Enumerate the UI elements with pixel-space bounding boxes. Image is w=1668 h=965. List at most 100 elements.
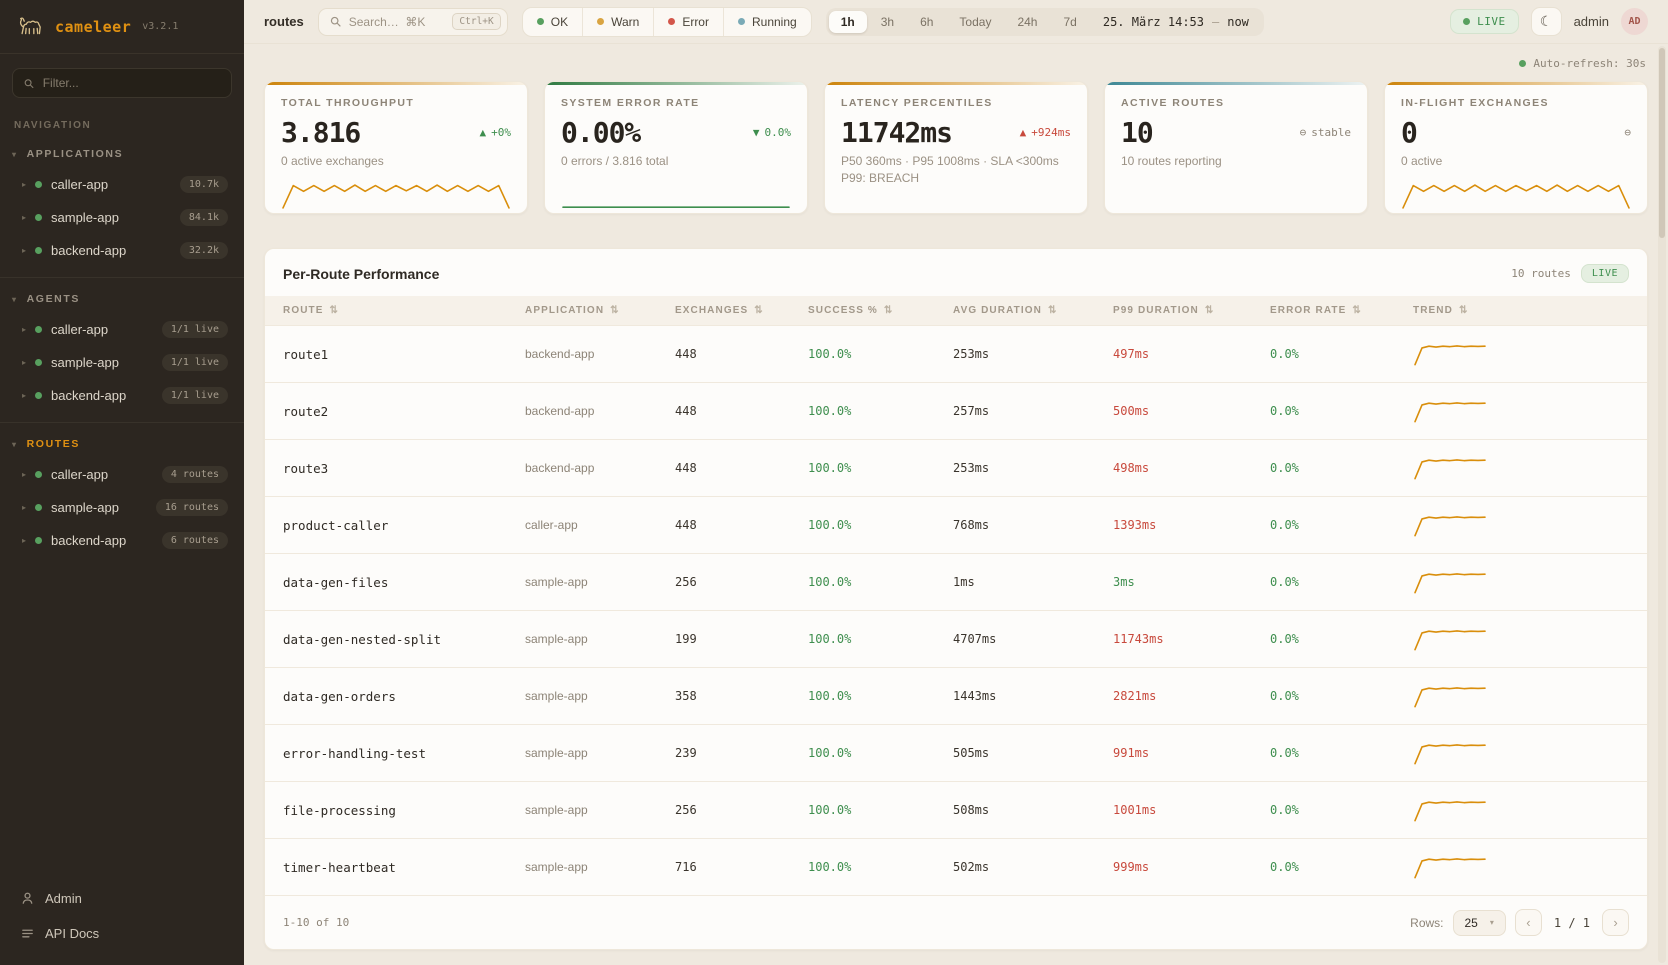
trend-sparkline (1413, 511, 1487, 539)
avg-duration: 508ms (953, 782, 1113, 839)
avg-duration: 257ms (953, 383, 1113, 440)
sidebar-item-routes-caller-app[interactable]: ▸ caller-app 4 routes (0, 458, 244, 491)
sidebar-item-routes-backend-app[interactable]: ▸ backend-app 6 routes (0, 524, 244, 557)
table-row[interactable]: file-processing sample-app 256 100.0% 50… (265, 782, 1647, 839)
scrollbar-thumb[interactable] (1659, 48, 1665, 238)
table-row[interactable]: route1 backend-app 448 100.0% 253ms 497m… (265, 326, 1647, 383)
group-header-routes[interactable]: ▾ ROUTES (0, 429, 244, 458)
chevron-right-icon: ▸ (22, 246, 26, 255)
success-rate: 100.0% (808, 725, 953, 782)
item-label: backend-app (51, 243, 126, 258)
sort-icon: ⇅ (330, 305, 339, 316)
kpi-title: TOTAL THROUGHPUT (281, 97, 511, 109)
time-range-control: 1h 3h 6h Today 24h 7d 25. März 14:53 – n… (826, 8, 1264, 36)
group-header-applications[interactable]: ▾ APPLICATIONS (0, 139, 244, 168)
col-header-p99-duration[interactable]: P99 DURATION⇅ (1113, 296, 1270, 326)
sidebar-link-admin[interactable]: Admin (16, 883, 228, 914)
chip-label: Error (682, 15, 709, 29)
table-row[interactable]: product-caller caller-app 448 100.0% 768… (265, 497, 1647, 554)
time-from: 25. März 14:53 (1103, 15, 1204, 29)
stable-icon: ⊖ (1624, 126, 1631, 139)
live-status-badge[interactable]: LIVE (1450, 9, 1519, 34)
sidebar-item-agent-caller-app[interactable]: ▸ caller-app 1/1 live (0, 313, 244, 346)
range-24h[interactable]: 24h (1005, 11, 1049, 33)
table-row[interactable]: error-handling-test sample-app 239 100.0… (265, 725, 1647, 782)
chevron-down-icon: ▾ (12, 295, 18, 304)
trend-sparkline (1413, 739, 1487, 767)
trend-sparkline (1413, 340, 1487, 368)
filter-chip-running[interactable]: Running (723, 8, 811, 36)
nav-group-routes: ▾ ROUTES ▸ caller-app 4 routes ▸ sample-… (0, 422, 244, 567)
table-footer: 1-10 of 10 Rows: 25 ▾ ‹ 1 / 1 › (265, 895, 1647, 949)
status-dot (35, 326, 42, 333)
kpi-row: TOTAL THROUGHPUT 3.816 ▲ +0% 0 active ex… (264, 81, 1648, 214)
filter-chip-warn[interactable]: Warn (582, 8, 653, 36)
avg-duration: 502ms (953, 839, 1113, 896)
error-rate: 0.0% (1270, 440, 1413, 497)
stable-icon: ⊖ (1300, 126, 1307, 139)
col-header-success[interactable]: SUCCESS %⇅ (808, 296, 953, 326)
prev-page-button[interactable]: ‹ (1515, 909, 1542, 936)
rows-per-page-select[interactable]: 25 ▾ (1453, 910, 1506, 936)
avg-duration: 4707ms (953, 611, 1113, 668)
range-3h[interactable]: 3h (869, 11, 906, 33)
sidebar-link-api-docs[interactable]: API Docs (16, 918, 228, 949)
range-7d[interactable]: 7d (1051, 11, 1088, 33)
sort-icon: ⇅ (1459, 305, 1468, 316)
table-row[interactable]: route2 backend-app 448 100.0% 257ms 500m… (265, 383, 1647, 440)
next-page-button[interactable]: › (1602, 909, 1629, 936)
row-range-label: 1-10 of 10 (283, 916, 349, 929)
avatar[interactable]: AD (1621, 8, 1648, 35)
col-header-application[interactable]: APPLICATION⇅ (525, 296, 675, 326)
theme-toggle-button[interactable]: ☾ (1531, 7, 1562, 36)
col-header-error-rate[interactable]: ERROR RATE⇅ (1270, 296, 1413, 326)
status-dot (35, 247, 42, 254)
global-search[interactable]: Ctrl+K (318, 8, 508, 36)
card-accent-bar (825, 82, 1087, 85)
table-row[interactable]: data-gen-files sample-app 256 100.0% 1ms… (265, 554, 1647, 611)
filter-input[interactable] (43, 76, 221, 90)
range-6h[interactable]: 6h (908, 11, 945, 33)
scrollbar[interactable] (1658, 46, 1666, 963)
range-today[interactable]: Today (947, 11, 1003, 33)
link-label: Admin (45, 891, 82, 906)
sidebar-item-sample-app[interactable]: ▸ sample-app 84.1k (0, 201, 244, 234)
card-accent-bar (1385, 82, 1647, 85)
sidebar-item-routes-sample-app[interactable]: ▸ sample-app 16 routes (0, 491, 244, 524)
p99-duration: 991ms (1113, 725, 1270, 782)
table-row[interactable]: data-gen-nested-split sample-app 199 100… (265, 611, 1647, 668)
search-input[interactable] (349, 15, 446, 29)
success-rate: 100.0% (808, 497, 953, 554)
col-header-avg-duration[interactable]: AVG DURATION⇅ (953, 296, 1113, 326)
sidebar-filter[interactable] (12, 68, 232, 98)
live-dot-icon (1463, 18, 1470, 25)
col-header-route[interactable]: ROUTE⇅ (265, 296, 525, 326)
sidebar-item-agent-sample-app[interactable]: ▸ sample-app 1/1 live (0, 346, 244, 379)
time-range-display[interactable]: 25. März 14:53 – now (1091, 15, 1261, 29)
filter-chip-error[interactable]: Error (653, 8, 723, 36)
avg-duration: 253ms (953, 440, 1113, 497)
status-dot (35, 214, 42, 221)
camel-logo-icon (16, 12, 46, 42)
table-row[interactable]: timer-heartbeat sample-app 716 100.0% 50… (265, 839, 1647, 896)
group-header-agents[interactable]: ▾ AGENTS (0, 284, 244, 313)
sidebar-item-caller-app[interactable]: ▸ caller-app 10.7k (0, 168, 244, 201)
route-name: error-handling-test (265, 725, 525, 782)
kpi-title: IN-FLIGHT EXCHANGES (1401, 97, 1631, 109)
kpi-active-routes: ACTIVE ROUTES 10 ⊖ stable 10 routes repo… (1104, 81, 1368, 214)
table-row[interactable]: data-gen-orders sample-app 358 100.0% 14… (265, 668, 1647, 725)
filter-chip-ok[interactable]: OK (523, 8, 582, 36)
item-badge: 1/1 live (162, 321, 228, 338)
sidebar-item-backend-app[interactable]: ▸ backend-app 32.2k (0, 234, 244, 267)
trend-sparkline (1413, 682, 1487, 710)
sidebar-item-agent-backend-app[interactable]: ▸ backend-app 1/1 live (0, 379, 244, 412)
kpi-value: 0 (1401, 116, 1417, 149)
table-row[interactable]: route3 backend-app 448 100.0% 253ms 498m… (265, 440, 1647, 497)
range-1h[interactable]: 1h (829, 11, 867, 33)
brand: cameleer v3.2.1 (0, 0, 244, 54)
in-flight-sparkline (1401, 179, 1631, 211)
col-header-exchanges[interactable]: EXCHANGES⇅ (675, 296, 808, 326)
sort-icon: ⇅ (610, 305, 619, 316)
chevron-right-icon: ▸ (22, 180, 26, 189)
col-header-trend[interactable]: TREND⇅ (1413, 296, 1647, 326)
